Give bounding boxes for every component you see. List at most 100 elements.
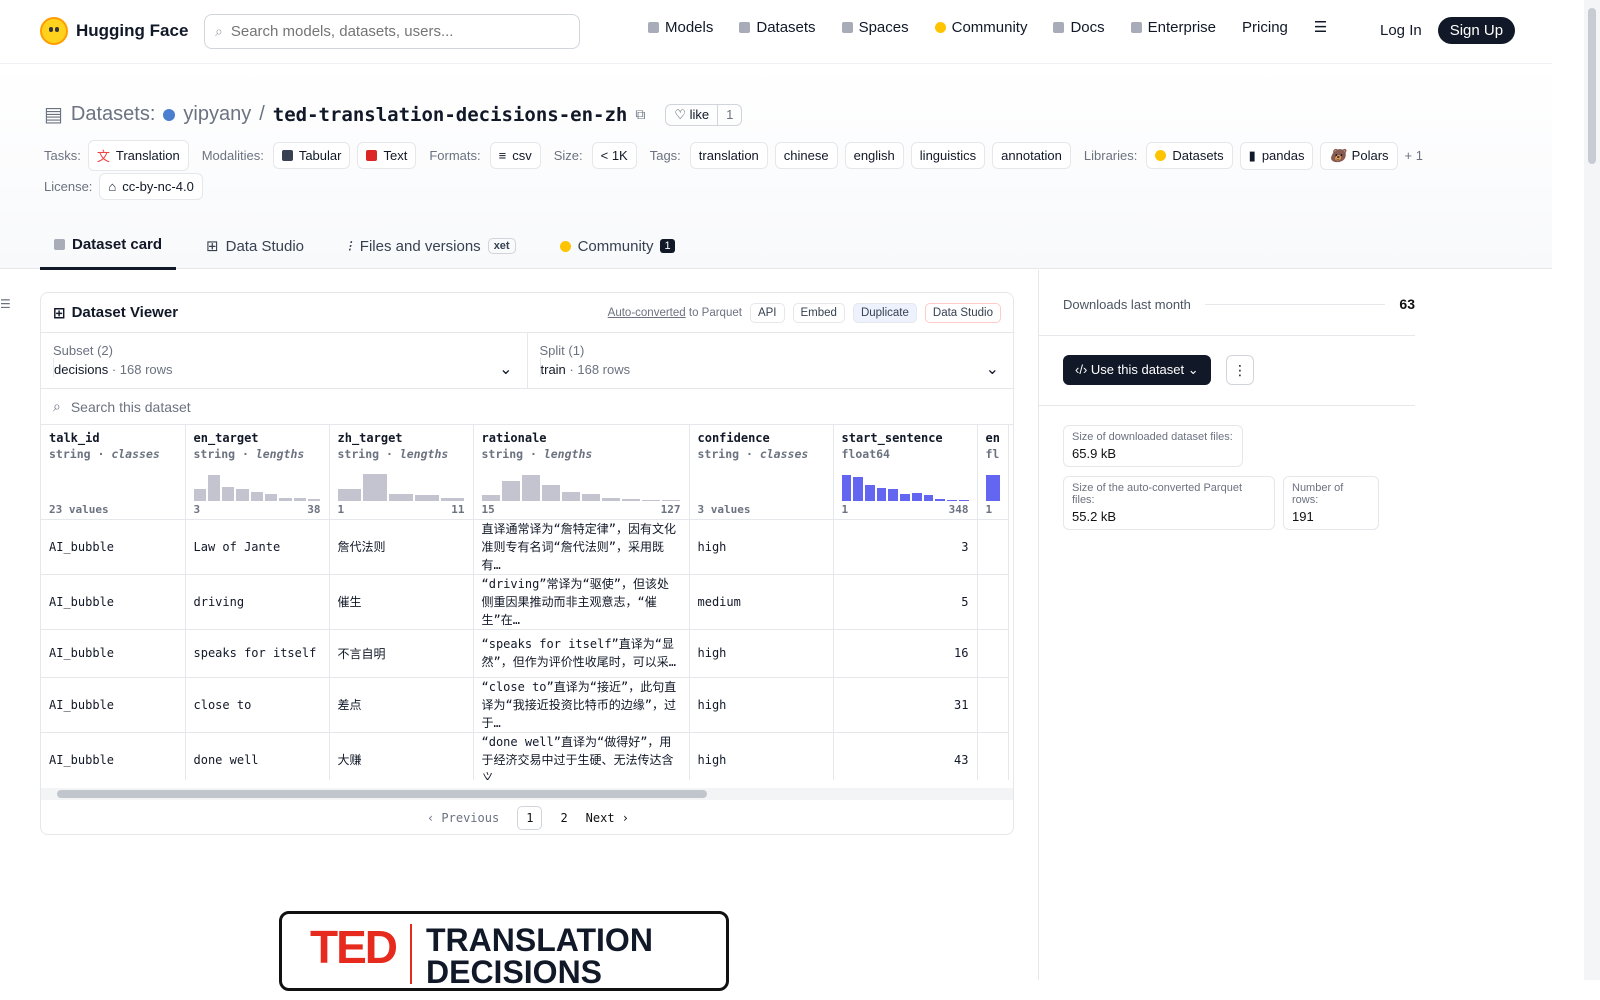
table-cell: “done well”直译为“做得好”，用于经济交易中过于生硬、无法传达含义… <box>473 732 690 780</box>
table-row[interactable]: AI_bubble speaks for itself 不言自明 “speaks fo… <box>41 629 1009 678</box>
table-cell: 16 <box>833 629 978 678</box>
libraries-more[interactable]: + 1 <box>1405 148 1423 163</box>
table-cell: “driving”常译为“驱使”，但该处侧重因果推动而非主观意志，“催生”在… <box>473 574 690 630</box>
nav-pricing[interactable]: Pricing <box>1242 19 1288 36</box>
col-en-target[interactable]: en_target string · lengths 3 38 <box>185 425 330 520</box>
datasets-icon <box>739 21 751 33</box>
page-title: ▤ Datasets: yipyany / ted-translation-dec… <box>44 102 743 127</box>
table-cell: done well <box>185 732 330 780</box>
like-count: 1 <box>717 104 741 125</box>
tag-chinese[interactable]: chinese <box>774 142 838 169</box>
brand-logo[interactable]: Hugging Face <box>40 17 188 45</box>
col-en[interactable]: en fl 1 <box>977 425 1009 520</box>
table-row[interactable]: AI_bubble driving 催生 “driving”常译为“驱使”，但该处侧重… <box>41 574 1009 630</box>
table-cell: “close to”直译为“接近”，此句直译为“我接近投资比特币的边缘”，过于… <box>473 677 690 733</box>
owner-link[interactable]: yipyany <box>183 103 251 126</box>
tab-files[interactable]: ⁝ Files and versions xet <box>334 224 530 270</box>
text-icon <box>366 150 378 161</box>
community-count: 1 <box>660 239 675 253</box>
table-cell: 31 <box>833 677 978 733</box>
repo-tabs: Dataset card ⊞ Data Studio ⁝ Files and ver… <box>40 224 689 270</box>
toc-toggle-icon[interactable]: ☰ <box>0 297 11 311</box>
table-row[interactable]: AI_bubble done well 大赚 “done well”直译为“做得好”，… <box>41 732 1009 780</box>
subset-select[interactable]: Subset (2) decisions · 168 rows ⌄ <box>41 333 527 388</box>
table-cell <box>977 629 1009 678</box>
page-scrollbar[interactable] <box>1584 0 1600 980</box>
signup-button[interactable]: Sign Up <box>1437 17 1516 44</box>
use-dataset-button[interactable]: ‹/› Use this dataset ⌄ <box>1063 355 1211 385</box>
table-cell: driving <box>185 574 330 630</box>
tag-linguistics[interactable]: linguistics <box>910 142 986 169</box>
like-button[interactable]: ♡ like 1 <box>665 103 743 126</box>
nav-spaces[interactable]: Spaces <box>841 19 909 36</box>
col-start-sentence[interactable]: start_sentence float64 1 348 <box>833 425 978 520</box>
grid-icon: ⊞ <box>53 304 66 322</box>
global-search[interactable]: ⌕ <box>204 14 580 49</box>
pagination: ‹ Previous 1 2 Next › <box>41 806 1013 830</box>
api-button[interactable]: API <box>749 302 785 323</box>
tag-english[interactable]: english <box>844 142 904 169</box>
nav-datasets[interactable]: Datasets <box>739 19 816 36</box>
page-2[interactable]: 2 <box>560 811 567 825</box>
table-row[interactable]: AI_bubble Law of Jante 詹代法则 直译通常译为“詹特定律”，因有… <box>41 519 1009 575</box>
nav-docs[interactable]: Docs <box>1053 19 1105 36</box>
download-size-stat: Size of downloaded dataset files: 65.9 kB <box>1063 425 1243 467</box>
code-icon: ‹/› <box>1075 362 1088 377</box>
lib-polars[interactable]: 🐻 Polars <box>1320 141 1398 170</box>
tag-translation[interactable]: 文 Translation <box>87 140 189 171</box>
nav-community[interactable]: Community <box>934 19 1027 36</box>
tag-tabular[interactable]: Tabular <box>272 142 351 169</box>
tab-community[interactable]: Community 1 <box>546 224 689 270</box>
translation-icon: 文 <box>96 149 110 164</box>
dataset-name[interactable]: ted-translation-decisions-en-zh <box>273 104 628 126</box>
scrollbar-thumb[interactable] <box>1588 8 1596 164</box>
table-cell <box>977 677 1009 733</box>
auto-converted-note[interactable]: Auto-converted to Parquet <box>608 307 742 319</box>
tag-translation-kw[interactable]: translation <box>689 142 768 169</box>
title-prefix: Datasets: <box>70 103 156 125</box>
table-cell: 43 <box>833 732 978 780</box>
login-link[interactable]: Log In <box>1380 22 1422 39</box>
prev-page[interactable]: ‹ Previous <box>427 811 499 825</box>
duplicate-button[interactable]: Duplicate <box>852 302 917 323</box>
col-rationale[interactable]: rationale string · lengths 15 127 <box>473 425 690 520</box>
horizontal-scrollbar[interactable] <box>41 788 1013 800</box>
lib-datasets[interactable]: Datasets <box>1146 142 1233 169</box>
lib-pandas[interactable]: ▮ pandas <box>1239 141 1314 170</box>
table-cell: 大赚 <box>329 732 474 780</box>
tag-size[interactable]: < 1K <box>591 142 637 169</box>
dataset-search[interactable]: ⌕ Search this dataset <box>41 389 1013 425</box>
table-cell: high <box>689 677 834 733</box>
col-confidence[interactable]: confidence string · classes 3 values <box>689 425 834 520</box>
nav-models[interactable]: Models <box>648 19 713 36</box>
tabular-icon <box>281 150 293 161</box>
embed-button[interactable]: Embed <box>792 302 845 323</box>
tag-text[interactable]: Text <box>357 142 417 169</box>
tab-dataset-card[interactable]: Dataset card <box>40 224 177 270</box>
col-zh-target[interactable]: zh_target string · lengths 1 11 <box>329 425 474 520</box>
nav-links: Models Datasets Spaces Community Docs En… <box>648 18 1327 36</box>
menu-icon[interactable]: ☰ <box>1314 18 1327 36</box>
tab-data-studio[interactable]: ⊞ Data Studio <box>192 224 318 270</box>
split-select[interactable]: Split (1) train · 168 rows ⌄ <box>526 333 1014 388</box>
license-icon: ⌂ <box>108 179 117 194</box>
tag-license[interactable]: ⌂ cc-by-nc-4.0 <box>99 173 203 200</box>
page-1[interactable]: 1 <box>517 806 543 830</box>
copy-icon[interactable]: ⧉ <box>635 106 645 123</box>
data-studio-button[interactable]: Data Studio <box>924 302 1001 323</box>
more-options-button[interactable]: ⋮ <box>1226 355 1254 385</box>
next-page[interactable]: Next › <box>586 811 629 825</box>
owner-avatar <box>163 108 176 121</box>
chevron-down-icon: ⌄ <box>985 361 999 378</box>
search-input[interactable] <box>230 23 551 40</box>
table-cell <box>977 519 1009 575</box>
nav-enterprise[interactable]: Enterprise <box>1130 19 1216 36</box>
tag-annotation[interactable]: annotation <box>992 142 1071 169</box>
table-cell: AI_bubble <box>41 519 186 575</box>
banner-text: TRANSLATION DECISIONS <box>425 922 653 990</box>
table-row[interactable]: AI_bubble close to 差点 “close to”直译为“接近”，此句直… <box>41 677 1009 733</box>
table-cell: high <box>689 629 834 678</box>
tag-csv[interactable]: ≡ csv <box>489 142 541 169</box>
community-tab-icon <box>559 240 571 252</box>
col-talk-id[interactable]: talk_id string · classes 23 values <box>41 425 186 520</box>
